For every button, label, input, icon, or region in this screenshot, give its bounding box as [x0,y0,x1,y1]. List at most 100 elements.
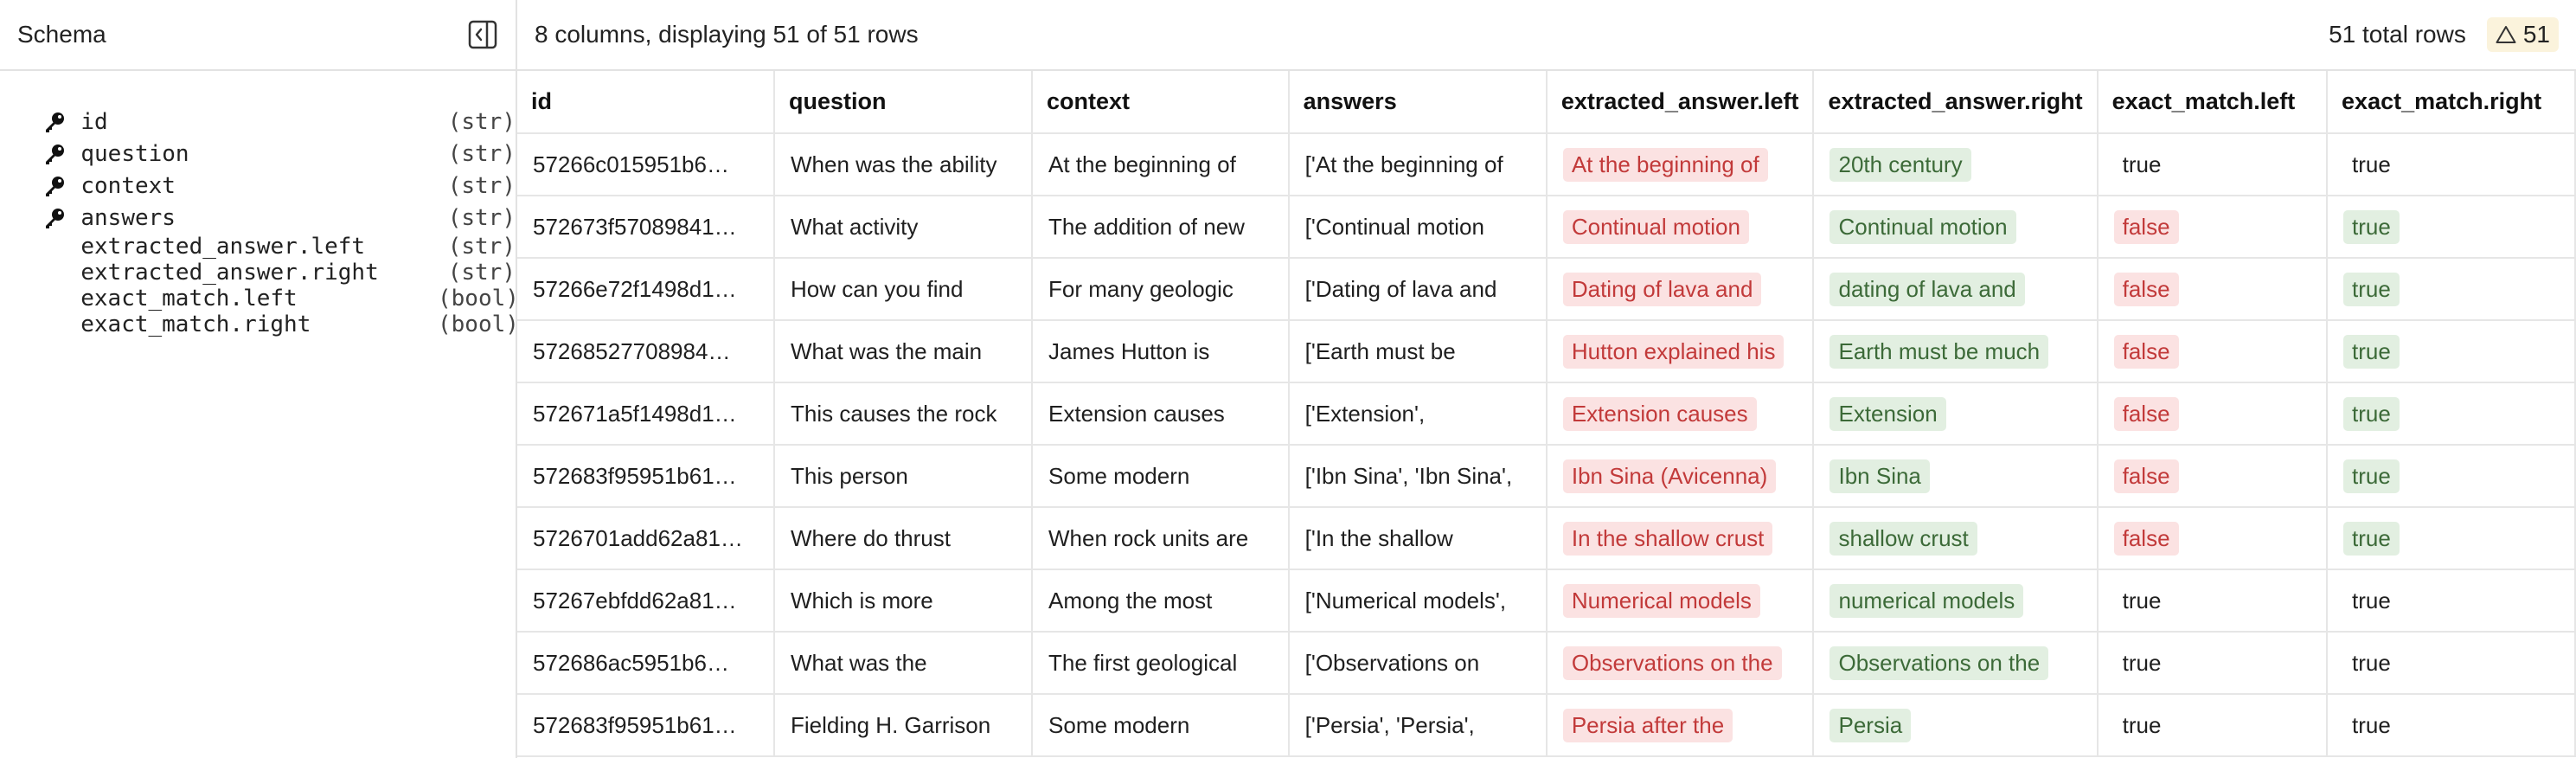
schema-field-extracted-answer-right: extracted_answer.right (str) [43,260,516,286]
cell-text: Some modern [1048,711,1190,738]
column-header-exact-match-left[interactable]: exact_match.left [2097,71,2329,134]
warning-badge[interactable]: 51 [2486,17,2559,52]
column-header-exact-match-right[interactable]: exact_match.right [2327,71,2576,134]
table-row[interactable]: 572686ac5951b6… What was the The first geo… [517,632,2576,695]
table-cell: When was the ability [774,133,1034,196]
cell-text: When was the ability [791,151,997,177]
field-name: exact_match.right [80,312,311,337]
table-cell: false [2097,445,2329,508]
table-cell: shallow crust [1813,507,2099,570]
table-cell: 572683f95951b61… [517,445,776,508]
table-cell: true [2327,445,2576,508]
exact-match-badge: false [2113,396,2179,431]
table-cell: Among the most [1032,569,1290,633]
exact-match-badge: true [2343,334,2400,369]
table-cell: true [2327,569,2576,633]
cell-text: For many geologic [1048,275,1234,302]
table-cell: false [2097,196,2329,259]
cell-text: ['Persia', 'Persia', [1304,711,1475,738]
cell-text: Some modern [1048,462,1190,489]
table-cell: true [2097,694,2329,757]
key-slot [43,142,80,166]
column-header-extracted-answer-right[interactable]: extracted_answer.right [1813,71,2099,134]
extracted-answer-badge: Extension [1829,396,1946,431]
table-cell: 5726701add62a81… [517,507,776,570]
extracted-answer-badge: Observations on the [1562,646,1782,680]
schema-field-extracted-answer-left: extracted_answer.left (str) [43,234,516,260]
field-name: question [80,140,189,167]
table-cell: The addition of new [1032,196,1290,259]
table-row[interactable]: 57266c015951b6… When was the ability At th… [517,133,2576,196]
table-cell: ['Extension', [1288,382,1548,446]
schema-field-exact-match-right: exact_match.right (bool) [43,312,519,337]
extracted-answer-badge: In the shallow crust [1562,521,1773,556]
cell-text: At the beginning of [1048,151,1236,177]
cell-text: 572671a5f1498d1… [533,400,737,427]
table-row[interactable]: 572683f95951b61… Fielding H. Garrison Some… [517,694,2576,757]
key-slot [43,110,80,134]
key-icon [46,176,64,196]
table-cell: 57266e72f1498d1… [517,258,776,321]
cell-text: What activity [791,213,919,240]
table-cell: How can you find [774,258,1034,321]
exact-match-badge: false [2113,209,2179,244]
table-cell: ['Continual motion [1288,196,1548,259]
table-body: 57266c015951b6… When was the ability At th… [517,133,2576,757]
exact-match-badge: true [2343,209,2400,244]
table-cell: Extension [1813,382,2099,446]
extracted-answer-badge: 20th century [1829,147,1971,182]
column-header-id[interactable]: id [517,71,776,134]
table-row[interactable]: 57268527708984… What was the main James Hu… [517,320,2576,383]
table-cell: Where do thrust [774,507,1034,570]
table-cell: Extension causes [1032,382,1290,446]
table-cell: true [2327,632,2576,695]
cell-text: Where do thrust [791,524,951,551]
table-cell: What was the [774,632,1034,695]
cell-text: Which is more [791,587,933,613]
table-cell: true [2327,133,2576,196]
cell-text: 57268527708984… [533,337,731,364]
table-row[interactable]: 5726701add62a81… Where do thrust When rock… [517,507,2576,570]
sidebar-header: Schema [0,0,516,71]
cell-text: true [2352,649,2391,676]
cell-text: James Hutton is [1048,337,1210,364]
column-header-question[interactable]: question [774,71,1034,134]
table-cell: dating of lava and [1813,258,2099,321]
column-header-extracted-answer-left[interactable]: extracted_answer.left [1546,71,1815,134]
cell-text: Fielding H. Garrison [791,711,991,738]
cell-text: How can you find [791,275,964,302]
table-cell: 57266c015951b6… [517,133,776,196]
table-row[interactable]: 57266e72f1498d1… How can you find For many… [517,258,2576,321]
table-row[interactable]: 572683f95951b61… This person Some modern ['… [517,445,2576,508]
field-type: (str) [447,234,516,260]
cell-text: ['Ibn Sina', 'Ibn Sina', [1304,462,1513,489]
cell-text: ['Extension', [1304,400,1426,427]
table-cell: ['Persia', 'Persia', [1288,694,1548,757]
column-header-context[interactable]: context [1032,71,1290,134]
table-cell: Persia [1813,694,2099,757]
cell-text: true [2122,649,2162,676]
field-type: (str) [447,172,516,199]
field-type: (bool) [438,286,519,312]
cell-text: true [2352,151,2391,177]
sidebar-collapse-icon [468,20,497,49]
table-cell: Some modern [1032,694,1290,757]
column-header-answers[interactable]: answers [1288,71,1548,134]
cell-text: What was the [791,649,927,676]
exact-match-badge: false [2113,459,2179,493]
exact-match-badge: false [2113,272,2179,306]
exact-match-badge: true [2343,396,2400,431]
toolbar-right: 51 total rows 51 [2329,17,2559,52]
table-row[interactable]: 57267ebfdd62a81… Which is more Among the m… [517,569,2576,633]
field-type: (str) [447,260,516,286]
cell-text: This causes the rock [791,400,997,427]
table-row[interactable]: 572671a5f1498d1… This causes the rock Exte… [517,382,2576,446]
cell-text: 57267ebfdd62a81… [533,587,737,613]
table-cell: Dating of lava and [1546,258,1815,321]
table-cell: true [2327,507,2576,570]
collapse-sidebar-button[interactable] [467,19,498,50]
extracted-answer-badge: Persia [1829,708,1912,742]
table-row[interactable]: 572673f57089841… What activity The additio… [517,196,2576,259]
exact-match-badge: true [2343,521,2400,556]
cell-text: When rock units are [1048,524,1249,551]
